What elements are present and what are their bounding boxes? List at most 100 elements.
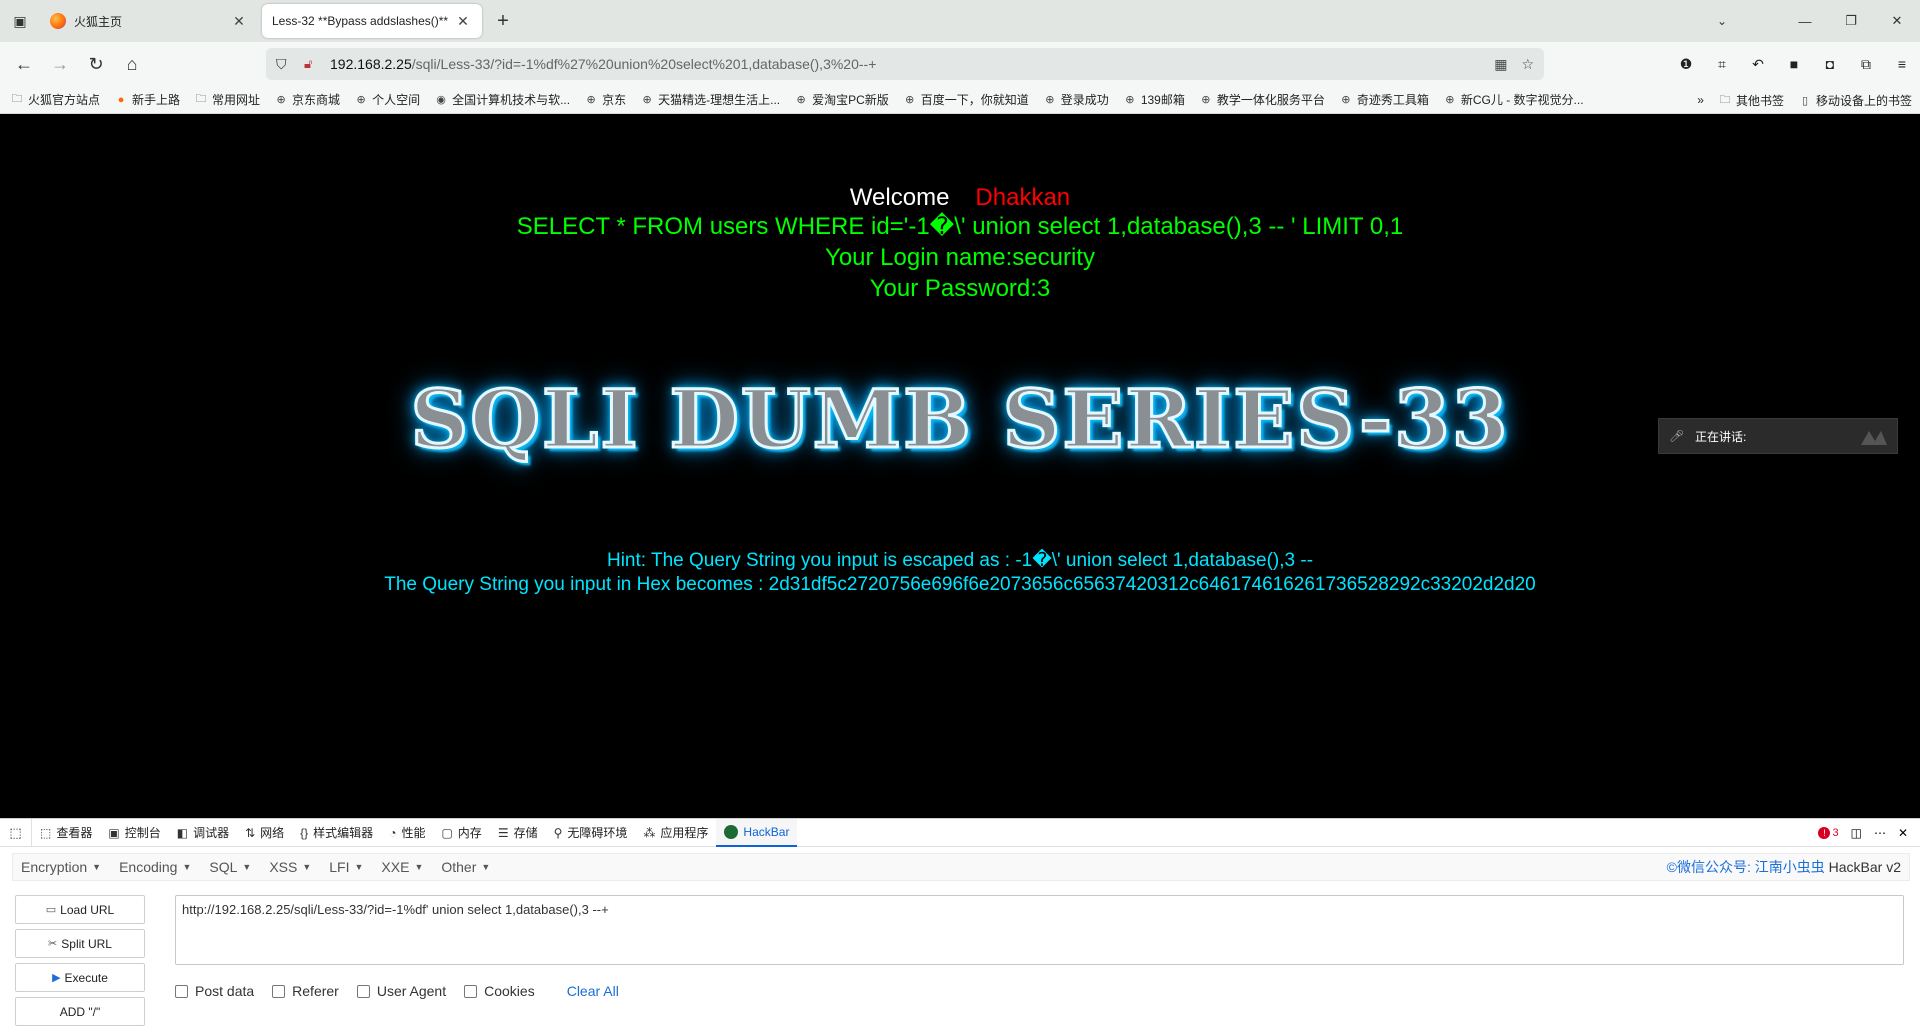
- console-tab[interactable]: ▣ 控制台: [100, 819, 168, 847]
- add-slash-button[interactable]: ADD "/": [15, 997, 145, 1026]
- bookmark-item[interactable]: ⊕ 新CG儿 - 数字视觉分...: [1443, 91, 1584, 108]
- bookmark-item[interactable]: ⊕ 教学一体化服务平台: [1199, 91, 1325, 108]
- debugger-icon: ◧: [176, 825, 189, 840]
- bookmark-item[interactable]: 🗀︎ 火狐官方站点: [10, 91, 101, 108]
- option-user-agent[interactable]: User Agent: [356, 983, 446, 999]
- style-editor-tab[interactable]: {} 样式编辑器: [292, 819, 381, 847]
- hackbar-url-textarea[interactable]: http://192.168.2.25/sqli/Less-33/?id=-1%…: [175, 895, 1904, 965]
- menu-xss[interactable]: XSS ▼: [269, 859, 311, 875]
- bookmark-item[interactable]: ⊕ 奇迹秀工具箱: [1339, 91, 1429, 108]
- checkbox[interactable]: [464, 984, 478, 998]
- menu-label: Other: [441, 859, 477, 875]
- new-tab-button[interactable]: +: [486, 4, 520, 38]
- execute-button[interactable]: ▶ Execute: [15, 963, 145, 992]
- tab-label: 查看器: [56, 826, 93, 840]
- bookmark-item[interactable]: ⊕ 登录成功: [1043, 91, 1109, 108]
- performance-tab[interactable]: ◔ 性能: [381, 819, 433, 847]
- tab-label: 性能: [401, 826, 426, 840]
- crop-icon[interactable]: ⌗: [1704, 48, 1740, 80]
- bookmarks-overflow-icon[interactable]: »: [1697, 93, 1704, 107]
- bookmark-label: 新CG儿 - 数字视觉分...: [1460, 93, 1584, 107]
- dock-icon[interactable]: ◫: [1851, 826, 1862, 840]
- folder-icon: 🗀︎: [11, 93, 23, 105]
- application-tab[interactable]: ⁂ 应用程序: [635, 819, 716, 847]
- checkbox[interactable]: [175, 984, 188, 998]
- bookmark-item[interactable]: ⊕ 天猫精选-理想生活上...: [640, 91, 781, 108]
- menu-label: Encryption: [21, 859, 88, 875]
- bookmark-item[interactable]: ◉ 全国计算机技术与软...: [434, 91, 570, 108]
- close-window-button[interactable]: ✕: [1874, 0, 1920, 42]
- bookmark-item[interactable]: ● 新手上路: [114, 91, 180, 108]
- tab-less32[interactable]: Less-32 **Bypass addslashes()** ✕: [262, 4, 482, 38]
- bookmark-item[interactable]: ⊕ 京东商城: [274, 91, 340, 108]
- speaking-widget[interactable]: 🎤︎ 正在讲话:: [1658, 418, 1898, 454]
- menu-xxe[interactable]: XXE ▼: [381, 859, 423, 875]
- back-icon[interactable]: ←: [6, 48, 42, 80]
- checkbox[interactable]: [272, 984, 286, 998]
- checkbox[interactable]: [356, 984, 370, 998]
- accessibility-tab[interactable]: ⚲ 无障碍环境: [546, 819, 636, 847]
- storage-tab[interactable]: ☰ 存储: [490, 819, 546, 847]
- address-bar[interactable]: ⛉ 🔓︎ 192.168.2.25 /sqli/Less-33/?id=-1%d…: [266, 48, 1544, 80]
- bookmark-star-icon[interactable]: ☆: [1521, 56, 1534, 73]
- chevron-down-icon[interactable]: ⌄: [1702, 0, 1742, 42]
- home-icon[interactable]: ⌂: [114, 48, 150, 80]
- bookmark-label: 爱淘宝PC新版: [812, 93, 889, 107]
- bookmark-item[interactable]: ⊕ 139邮箱: [1123, 91, 1185, 108]
- bookmark-label: 百度一下，你就知道: [920, 93, 1029, 107]
- menu-lfi[interactable]: LFI ▼: [329, 859, 363, 875]
- network-tab[interactable]: ⇅ 网络: [237, 819, 292, 847]
- globe-icon: ⊕: [1445, 94, 1455, 106]
- bookmark-label: 个人空间: [372, 93, 421, 107]
- option-cookies[interactable]: Cookies: [464, 983, 535, 999]
- bookmark-label: 登录成功: [1060, 93, 1109, 107]
- more-options-icon[interactable]: ⋯: [1874, 826, 1886, 840]
- bookmark-item[interactable]: ⊕ 爱淘宝PC新版: [794, 91, 889, 108]
- inspector-tab[interactable]: ⬚ 查看器: [32, 819, 100, 847]
- tab-label: 内存: [457, 826, 482, 840]
- hackbar-tab[interactable]: HackBar: [716, 818, 798, 847]
- debugger-tab[interactable]: ◧ 调试器: [169, 819, 237, 847]
- close-icon[interactable]: ✕: [454, 12, 472, 30]
- bookmark-item[interactable]: ⊕ 个人空间: [354, 91, 420, 108]
- memory-tab[interactable]: ▢ 内存: [433, 819, 489, 847]
- tab-list-icon[interactable]: ▣: [0, 0, 40, 42]
- credit-link[interactable]: ©微信公众号: 江南小虫虫: [1667, 859, 1825, 875]
- restore-button[interactable]: ❐: [1828, 0, 1874, 42]
- welcome-line: Welcome Dhakkan: [0, 184, 1920, 212]
- insecure-lock-icon[interactable]: 🔓︎: [304, 56, 322, 72]
- forward-icon[interactable]: →: [42, 48, 78, 80]
- error-count-badge[interactable]: ! 3: [1818, 827, 1839, 839]
- split-url-button[interactable]: ✂ Split URL: [15, 929, 145, 958]
- tab-label: 网络: [260, 826, 285, 840]
- menu-sql[interactable]: SQL ▼: [209, 859, 251, 875]
- menu-icon[interactable]: ≡: [1884, 48, 1920, 80]
- minimize-button[interactable]: —: [1782, 0, 1828, 42]
- undo-icon[interactable]: ↶: [1740, 48, 1776, 80]
- close-devtools-icon[interactable]: ✕: [1898, 826, 1908, 840]
- window-controls: — ❐ ✕: [1782, 0, 1920, 42]
- extension-badge-icon[interactable]: ❶: [1668, 48, 1704, 80]
- clear-all-link[interactable]: Clear All: [567, 983, 619, 999]
- avatar-icon[interactable]: ■: [1776, 48, 1812, 80]
- load-url-button[interactable]: ▭ Load URL: [15, 895, 145, 924]
- extensions-puzzle-icon[interactable]: ⧉: [1848, 48, 1884, 80]
- reload-icon[interactable]: ↻: [78, 48, 114, 80]
- option-post-data[interactable]: Post data: [175, 983, 254, 999]
- bookmark-item[interactable]: ⊕ 百度一下，你就知道: [903, 91, 1029, 108]
- element-picker-icon[interactable]: ⬚: [0, 818, 32, 847]
- qr-code-icon[interactable]: ▦: [1494, 56, 1507, 73]
- menu-other[interactable]: Other ▼: [441, 859, 490, 875]
- bookmark-mobile[interactable]: ▯ 移动设备上的书签: [1798, 92, 1912, 109]
- menu-encoding[interactable]: Encoding ▼: [119, 859, 191, 875]
- bookmark-other[interactable]: 🗀︎ 其他书签: [1718, 92, 1784, 109]
- shield-icon[interactable]: ⛉: [276, 56, 294, 73]
- tab-firefox-home[interactable]: 火狐主页 ✕: [40, 4, 258, 38]
- globe-icon: ⊕: [356, 94, 366, 106]
- option-referer[interactable]: Referer: [272, 983, 339, 999]
- extension-icon[interactable]: ◘: [1812, 48, 1848, 80]
- menu-encryption[interactable]: Encryption ▼: [21, 859, 101, 875]
- close-icon[interactable]: ✕: [230, 12, 248, 30]
- bookmark-item[interactable]: ⊕ 京东: [584, 91, 626, 108]
- bookmark-item[interactable]: 🗀︎ 常用网址: [194, 91, 261, 108]
